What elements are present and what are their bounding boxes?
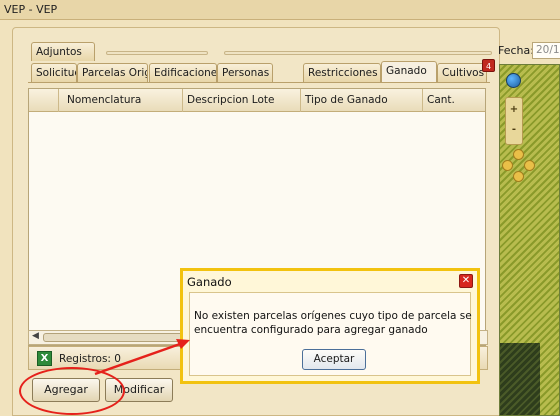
tab-cultivos[interactable]: Cultivos: [437, 63, 487, 82]
column-header-tipo-de-ganado[interactable]: Tipo de Ganado: [301, 89, 423, 112]
tab-adjuntos[interactable]: Adjuntos: [31, 42, 95, 61]
tab-edificaciones[interactable]: Edificaciones: [149, 63, 217, 82]
scroll-left-icon[interactable]: ◀: [32, 331, 39, 341]
globe-icon[interactable]: [506, 73, 521, 88]
fecha-label: Fecha:: [498, 44, 534, 57]
tab-restricciones[interactable]: Restricciones: [303, 63, 381, 82]
tab-parcelas-orig[interactable]: Parcelas Orig.: [77, 63, 148, 82]
dialog-title: Ganado: [187, 275, 232, 289]
dialog-body: No existen parcelas orígenes cuyo tipo d…: [189, 292, 472, 376]
collapsed-tab-slot: [224, 51, 492, 55]
annotation-ellipse: [19, 367, 125, 415]
fecha-input[interactable]: 20/1: [532, 42, 560, 59]
map-parcel-shading: [500, 343, 540, 415]
tabs-divider: [28, 82, 490, 83]
map-zoom-control: + -: [505, 97, 523, 145]
tab-ganado[interactable]: Ganado: [381, 61, 437, 82]
records-count: Registros: 0: [59, 353, 121, 365]
pan-down-icon[interactable]: [513, 171, 524, 182]
column-header-descripcion-lote[interactable]: Descripcion Lote: [183, 89, 301, 112]
dialog-message: No existen parcelas orígenes cuyo tipo d…: [194, 310, 472, 336]
pan-control[interactable]: [502, 149, 536, 183]
column-header-select[interactable]: [29, 89, 59, 112]
tab-personas[interactable]: Personas: [217, 63, 273, 82]
grid-header: Nomenclatura Descripcion Lote Tipo de Ga…: [29, 89, 485, 112]
window-title: VEP - VEP: [4, 3, 58, 16]
pan-right-icon[interactable]: [524, 160, 535, 171]
notification-badge: 4: [482, 59, 495, 72]
scrollbar-thumb[interactable]: [43, 333, 203, 342]
pan-up-icon[interactable]: [513, 149, 524, 160]
close-icon[interactable]: ✕: [459, 274, 473, 288]
map-view[interactable]: + -: [499, 64, 560, 416]
aceptar-button[interactable]: Aceptar: [302, 349, 366, 370]
zoom-in-button[interactable]: +: [509, 104, 519, 116]
collapsed-tab-slot: [106, 51, 208, 55]
window-titlebar: VEP - VEP: [0, 0, 560, 20]
ganado-dialog: Ganado ✕ No existen parcelas orígenes cu…: [180, 268, 480, 384]
excel-icon[interactable]: X: [37, 351, 52, 366]
column-header-nomenclatura[interactable]: Nomenclatura: [59, 89, 183, 112]
column-header-cant[interactable]: Cant.: [423, 89, 485, 112]
pan-left-icon[interactable]: [502, 160, 513, 171]
zoom-out-button[interactable]: -: [509, 124, 519, 136]
tab-solicitud[interactable]: Solicitud: [31, 63, 77, 82]
